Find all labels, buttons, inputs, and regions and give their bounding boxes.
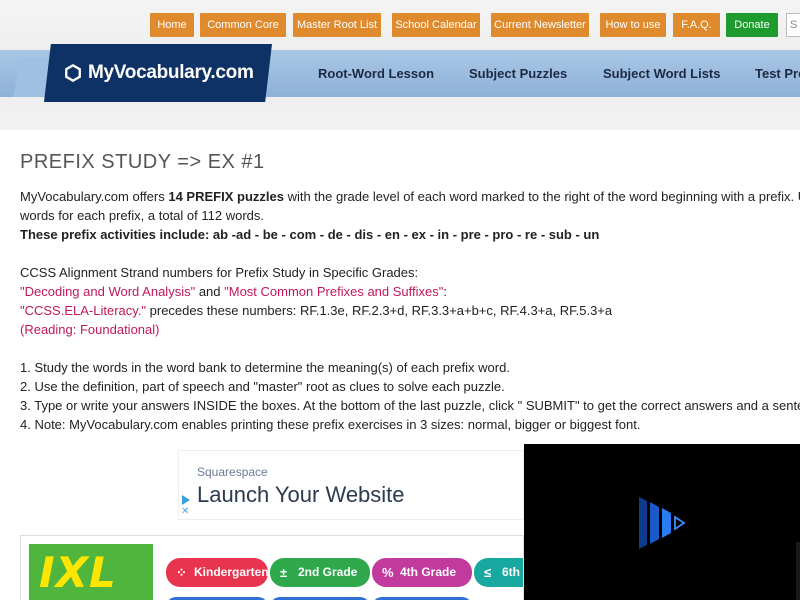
step-1: 1. Study the words in the word bank to d… xyxy=(20,360,510,375)
dots-icon: ⁘ xyxy=(176,565,187,580)
intro-paragraph: MyVocabulary.com offers 14 PREFIX puzzle… xyxy=(20,187,800,206)
step-4: 4. Note: MyVocabulary.com enables printi… xyxy=(20,417,641,432)
video-scrollbar[interactable] xyxy=(796,542,800,600)
sixth-grade-button[interactable]: ≤ 6th xyxy=(474,558,523,587)
nav-how-to-use-button[interactable]: How to use xyxy=(600,13,666,37)
ad-brand: Squarespace xyxy=(197,465,268,479)
common-prefixes-suffixes-link[interactable]: "Most Common Prefixes and Suffixes" xyxy=(224,284,443,299)
article-content: PREFIX STUDY => EX #1 MyVocabulary.com o… xyxy=(20,150,800,434)
video-brand-icon xyxy=(639,497,686,549)
and-text: and xyxy=(195,284,225,299)
second-grade-button[interactable]: ± 2nd Grade xyxy=(270,558,370,587)
fourth-grade-label: 4th Grade xyxy=(400,565,457,579)
ccss-heading: CCSS Alignment Strand numbers for Prefix… xyxy=(20,265,419,280)
intro-text-2: with the grade level of each word marked… xyxy=(283,189,800,204)
ccss-numbers-line: "CCSS.ELA-Literacy." precedes these numb… xyxy=(20,301,800,320)
nav-school-calendar-button[interactable]: School Calendar xyxy=(392,13,480,37)
nav-current-newsletter-button[interactable]: Current Newsletter xyxy=(491,13,589,37)
nav-test-prep[interactable]: Test Pre xyxy=(755,66,800,81)
page-title: PREFIX STUDY => EX #1 xyxy=(20,151,265,173)
kindergarten-button[interactable]: ⁘ Kindergarten xyxy=(166,558,268,587)
ccss-ela-literacy-link[interactable]: "CCSS.ELA-Literacy." xyxy=(20,303,146,318)
reading-foundational-link[interactable]: (Reading: Foundational) xyxy=(20,320,800,339)
nav-subject-word-lists[interactable]: Subject Word Lists xyxy=(603,66,721,81)
plus-minus-icon: ± xyxy=(280,565,288,580)
nav-donate-button[interactable]: Donate xyxy=(726,13,778,37)
site-header: Home Common Core Master Root List School… xyxy=(0,0,800,130)
activities-list: These prefix activities include: ab -ad … xyxy=(20,225,800,244)
sixth-grade-label: 6th xyxy=(502,565,520,579)
nav-faq-button[interactable]: F.A.Q. xyxy=(673,13,720,37)
site-logo[interactable]: MyVocabulary.com xyxy=(44,44,272,102)
nav-master-root-list-button[interactable]: Master Root List xyxy=(293,13,381,37)
step-3: 3. Type or write your answers INSIDE the… xyxy=(20,398,800,413)
intro-text-1: MyVocabulary.com offers xyxy=(20,189,169,204)
step-2: 2. Use the definition, part of speech an… xyxy=(20,379,505,394)
fourth-grade-button[interactable]: % 4th Grade xyxy=(372,558,472,587)
nav-root-word-lesson[interactable]: Root-Word Lesson xyxy=(318,66,434,81)
ixl-logo: IXL xyxy=(29,544,153,600)
ixl-logo-text: IXL xyxy=(39,548,117,597)
decoding-word-analysis-link[interactable]: "Decoding and Word Analysis" xyxy=(20,284,195,299)
logo-text: MyVocabulary.com xyxy=(88,62,254,83)
squarespace-ad[interactable]: Squarespace Launch Your Website ✕ xyxy=(178,450,524,520)
intro-bold: 14 PREFIX puzzles xyxy=(168,189,284,204)
less-equal-icon: ≤ xyxy=(484,565,492,580)
colon-text: : xyxy=(443,284,447,299)
intro-line-2: words for each prefix, a total of 112 wo… xyxy=(20,208,264,223)
ccss-numbers: precedes these numbers: RF.1.3e, RF.2.3+… xyxy=(146,303,613,318)
search-input[interactable]: S xyxy=(786,13,800,37)
ccss-links-line: "Decoding and Word Analysis" and "Most C… xyxy=(20,282,800,301)
ad-headline[interactable]: Launch Your Website xyxy=(197,482,405,508)
activities-text: These prefix activities include: ab -ad … xyxy=(20,227,600,242)
percent-icon: % xyxy=(382,565,394,580)
ixl-banner[interactable]: IXL ⁘ Kindergarten ± 2nd Grade % 4th Gra… xyxy=(20,535,524,600)
nav-subject-puzzles[interactable]: Subject Puzzles xyxy=(469,66,567,81)
ad-close-icon[interactable]: ✕ xyxy=(181,507,189,517)
adchoices-icon[interactable] xyxy=(181,495,191,505)
hexagon-icon xyxy=(65,64,81,82)
kindergarten-label: Kindergarten xyxy=(194,565,268,579)
nav-home-button[interactable]: Home xyxy=(150,13,194,37)
nav-common-core-button[interactable]: Common Core xyxy=(200,13,286,37)
video-player[interactable] xyxy=(524,444,800,600)
second-grade-label: 2nd Grade xyxy=(298,565,358,579)
